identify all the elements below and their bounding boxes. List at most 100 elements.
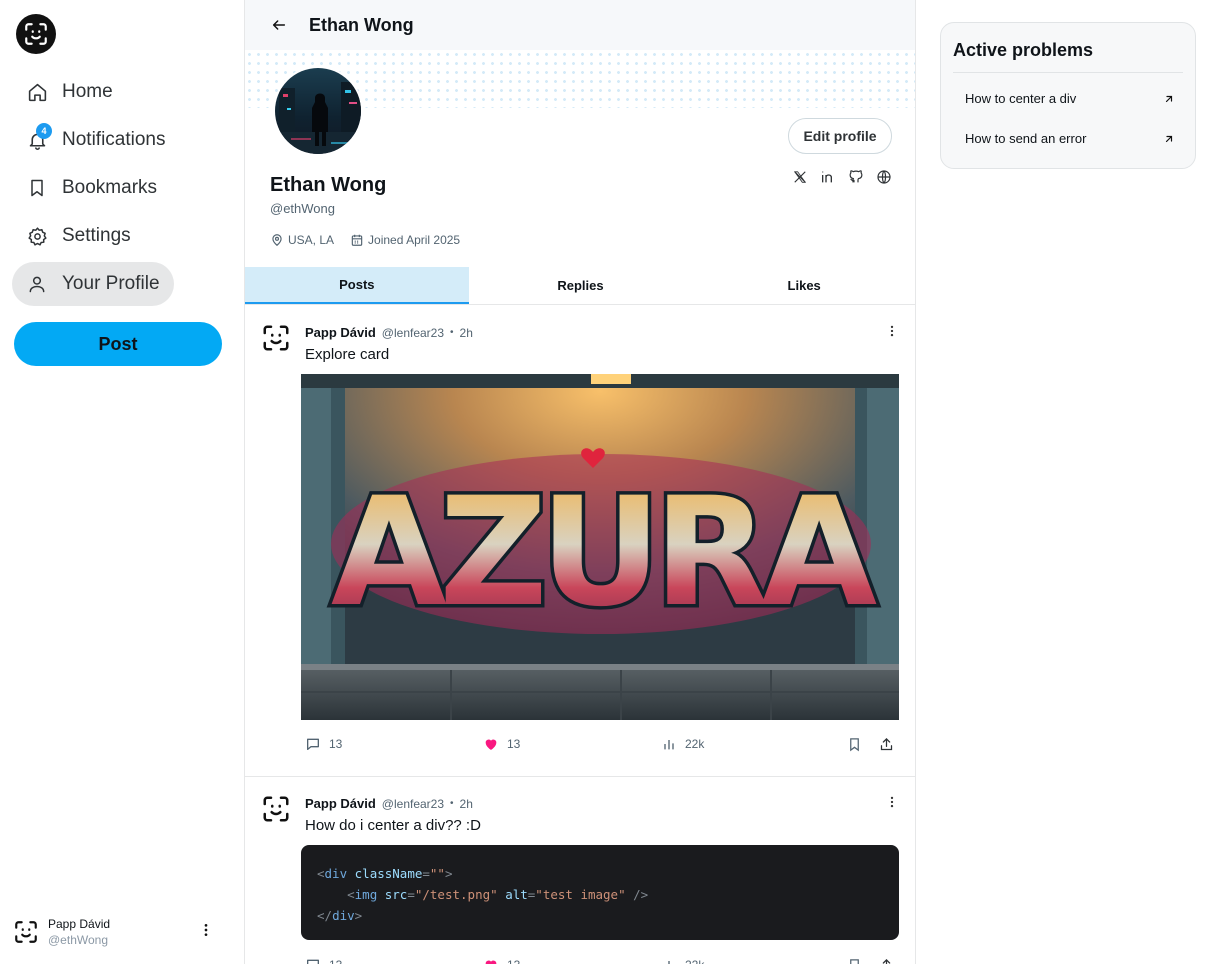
like-count: 13 — [507, 737, 521, 751]
view-count: 22k — [685, 737, 705, 751]
sidebar-item-label: Notifications — [62, 129, 166, 150]
sidebar-item-settings[interactable]: Settings — [12, 214, 145, 258]
sidebar-item-label: Home — [62, 81, 113, 102]
tab-posts[interactable]: Posts — [245, 267, 469, 304]
sidebar-item-home[interactable]: Home — [12, 70, 127, 114]
like-button[interactable]: 13 — [483, 732, 520, 756]
github-icon[interactable] — [847, 168, 865, 186]
post-author[interactable]: Papp Dávid — [305, 325, 376, 340]
comment-button[interactable]: 13 — [305, 732, 342, 756]
view-count: 22k — [685, 958, 704, 964]
panel-title: Active problems — [953, 40, 1094, 60]
active-problems-panel: Active problems How to center a div How … — [940, 22, 1196, 169]
views-button[interactable]: 22k — [661, 732, 704, 756]
sidebar-item-label: Bookmarks — [62, 177, 158, 198]
problem-link-label: How to center a div — [965, 91, 1077, 106]
bookmark-icon — [26, 177, 48, 199]
joined-date: Joined April 2025 — [350, 233, 460, 247]
back-arrow-icon[interactable] — [271, 16, 289, 34]
share-icon — [880, 737, 893, 750]
post-image[interactable]: AZURA — [301, 374, 899, 720]
post-text: Explore card — [305, 346, 390, 363]
home-icon — [26, 81, 48, 103]
comment-button[interactable]: 13 — [305, 953, 342, 964]
map-pin-icon — [272, 234, 282, 247]
face-scan-icon — [12, 918, 40, 946]
profile-avatar[interactable] — [273, 66, 363, 156]
share-icon — [882, 958, 891, 964]
sidebar-item-label: Settings — [62, 225, 131, 246]
post-text: How do i center a div?? :D — [305, 817, 481, 834]
comment-count: 13 — [329, 958, 342, 964]
post-card[interactable]: Papp Dávid @lenfear23 • 2h Explore card — [245, 306, 915, 776]
bookmark-icon — [850, 737, 859, 751]
problem-link[interactable]: How to send an error — [965, 131, 1175, 146]
comment-icon — [307, 738, 319, 750]
post-handle[interactable]: @lenfear23 — [382, 326, 444, 340]
panel-divider — [953, 72, 1183, 73]
post-header: Papp Dávid @lenfear23 • 2h — [305, 325, 473, 340]
profile-name: Ethan Wong — [270, 174, 387, 196]
more-vertical-icon[interactable] — [198, 922, 214, 943]
code-block: <div className=""> <img src="/test.png" … — [301, 845, 899, 940]
post-handle[interactable]: @lenfear23 — [382, 797, 444, 811]
sidebar: Home 4 Notifications Bookmarks Settings … — [0, 0, 244, 964]
separator-dot: • — [450, 798, 454, 809]
post-author[interactable]: Papp Dávid — [305, 796, 376, 811]
share-button[interactable] — [879, 953, 894, 964]
page-title: Ethan Wong — [309, 14, 414, 35]
sidebar-item-profile[interactable]: Your Profile — [12, 262, 174, 306]
globe-icon[interactable] — [875, 168, 893, 186]
gear-icon — [26, 225, 48, 247]
edit-profile-button[interactable]: Edit profile — [788, 118, 892, 154]
post-time: 2h — [459, 796, 473, 811]
post-card[interactable]: Papp Dávid @lenfear23 • 2h How do i cent… — [245, 777, 915, 964]
sidebar-item-notifications[interactable]: 4 Notifications — [12, 118, 180, 162]
graffiti-text: AZURA — [331, 466, 877, 640]
account-handle: @ethWong — [48, 933, 108, 947]
post-actions: 13 13 22k — [305, 953, 901, 964]
comment-count: 13 — [329, 737, 343, 751]
social-links — [791, 168, 893, 186]
sidebar-item-bookmarks[interactable]: Bookmarks — [12, 166, 171, 210]
tab-replies[interactable]: Replies — [469, 267, 693, 304]
top-bar: Ethan Wong — [245, 0, 915, 50]
post-actions: 13 13 22k — [305, 732, 901, 756]
more-vertical-icon[interactable] — [885, 324, 899, 343]
problem-link[interactable]: How to center a div — [965, 91, 1175, 106]
separator-dot: • — [450, 327, 454, 338]
more-vertical-icon[interactable] — [885, 795, 899, 814]
author-avatar-icon[interactable] — [261, 323, 293, 355]
share-button[interactable] — [879, 732, 894, 756]
calendar-icon — [351, 234, 363, 246]
heart-icon — [485, 960, 497, 964]
bell-icon: 4 — [26, 123, 52, 151]
linkedin-icon[interactable] — [819, 168, 837, 186]
like-button[interactable]: 13 — [483, 953, 520, 964]
bookmark-button[interactable] — [847, 953, 862, 964]
views-button[interactable]: 22k — [661, 953, 704, 964]
app-logo[interactable] — [16, 14, 56, 54]
bar-chart-icon — [668, 961, 670, 964]
profile-meta: USA, LA Joined April 2025 — [270, 233, 460, 247]
account-name: Papp Dávid — [48, 917, 111, 931]
user-icon — [26, 273, 48, 295]
author-avatar-icon[interactable] — [261, 794, 293, 826]
location-text: USA, LA — [288, 233, 335, 247]
heart-icon — [485, 739, 497, 750]
main-column: Ethan Wong Edit profile Ethan Wong @ethW… — [244, 0, 916, 964]
post-time: 2h — [459, 325, 473, 340]
bookmark-icon — [850, 958, 859, 964]
face-scan-icon — [25, 23, 47, 45]
bookmark-button[interactable] — [847, 732, 862, 756]
account-switcher[interactable]: Papp Dávid @ethWong — [12, 912, 224, 952]
post-header: Papp Dávid @lenfear23 • 2h — [305, 796, 473, 811]
comment-icon — [307, 959, 319, 964]
tab-likes[interactable]: Likes — [692, 267, 915, 304]
arrow-up-right-icon — [1165, 135, 1173, 142]
sidebar-item-label: Your Profile — [62, 273, 160, 294]
notification-badge: 4 — [36, 123, 52, 139]
arrow-up-right-icon — [1165, 95, 1173, 102]
post-button[interactable]: Post — [14, 322, 222, 366]
x-logo-icon[interactable] — [791, 168, 809, 186]
